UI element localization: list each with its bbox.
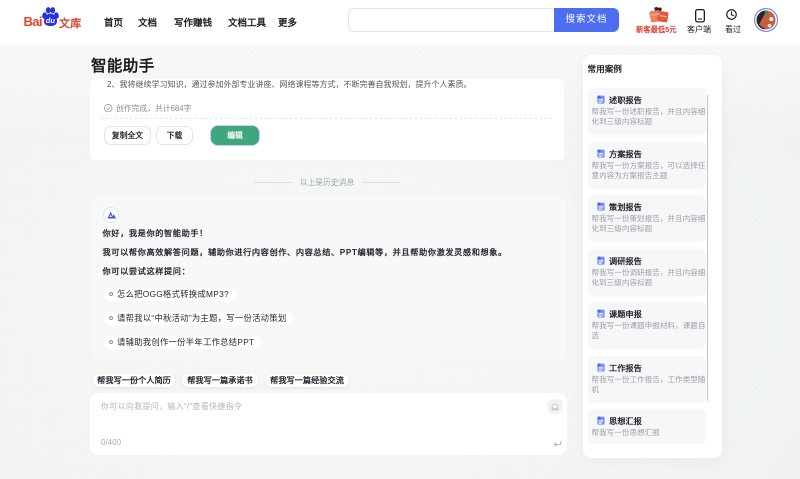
svg-text:du: du xyxy=(45,16,55,25)
